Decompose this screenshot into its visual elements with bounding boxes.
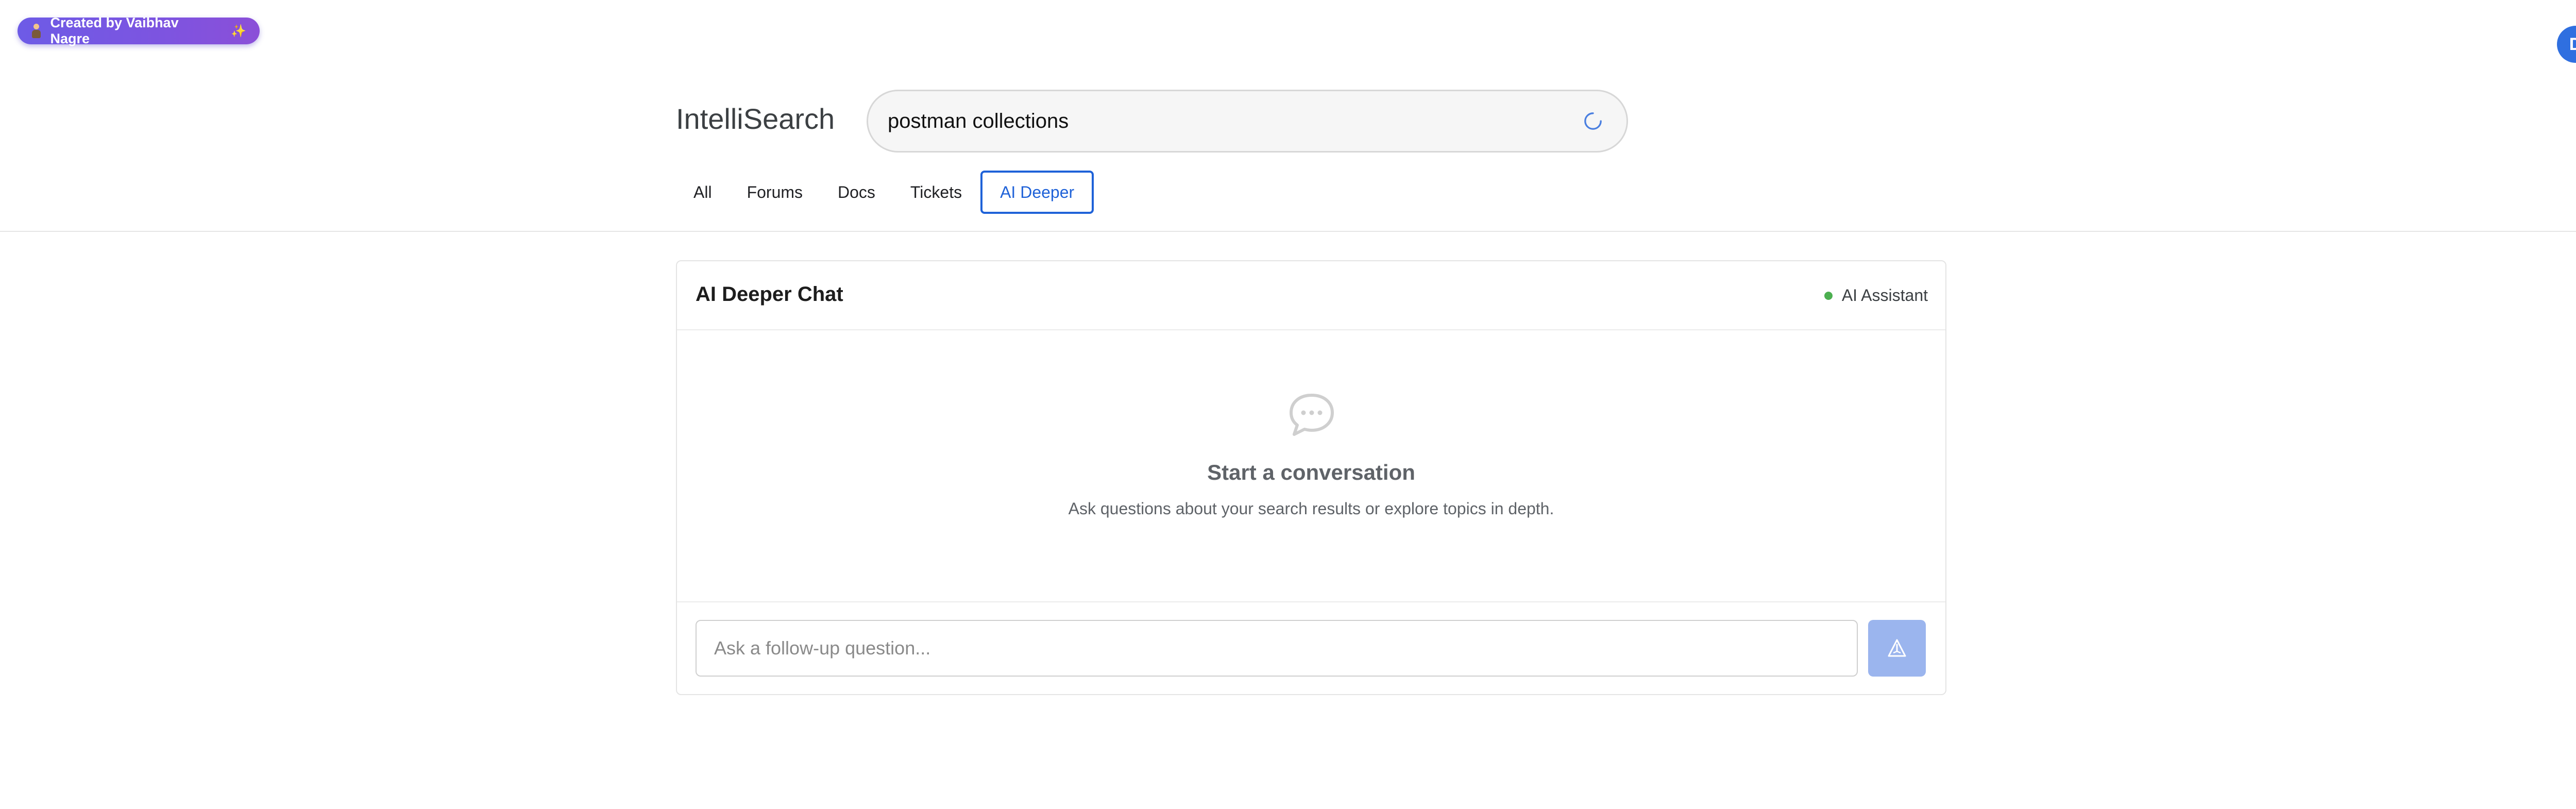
sparkle-icon: ✨ — [231, 24, 246, 38]
chat-composer — [677, 601, 1945, 696]
empty-state-title: Start a conversation — [1207, 460, 1415, 484]
assistant-status-label: AI Assistant — [1841, 286, 1928, 305]
search-input[interactable]: postman collections — [888, 110, 1583, 133]
tab-docs[interactable]: Docs — [820, 171, 893, 214]
person-icon — [31, 24, 41, 38]
app-title[interactable]: IntelliSearch — [676, 102, 835, 136]
chat-header: AI Deeper Chat AI Assistant — [677, 261, 1945, 330]
user-avatar[interactable]: D — [2557, 26, 2576, 63]
chat-title: AI Deeper Chat — [696, 283, 843, 306]
ai-chat-panel: AI Deeper Chat AI Assistant Start a conv… — [676, 260, 1946, 695]
creator-badge-label: Created by Vaibhav Nagre — [50, 15, 179, 46]
send-button[interactable] — [1868, 620, 1926, 677]
online-status-dot-icon — [1824, 291, 1833, 300]
search-tabs: All Forums Docs Tickets AI Deeper — [676, 170, 1094, 214]
creator-badge[interactable]: Created by Vaibhav Nagre ✨ — [18, 15, 260, 46]
chat-empty-state: Start a conversation Ask questions about… — [677, 330, 1945, 603]
tab-forums[interactable]: Forums — [730, 171, 820, 214]
empty-state-subtitle: Ask questions about your search results … — [1068, 499, 1554, 518]
follow-up-question-input[interactable] — [696, 620, 1858, 677]
search-bar[interactable]: postman collections — [867, 90, 1628, 153]
tab-ai-deeper[interactable]: AI Deeper — [980, 171, 1094, 214]
header-divider — [0, 231, 2576, 232]
tab-tickets[interactable]: Tickets — [893, 171, 979, 214]
assistant-status: AI Assistant — [1824, 286, 1928, 305]
loading-spinner-icon — [1583, 111, 1603, 131]
tab-all[interactable]: All — [676, 171, 730, 214]
send-icon — [1888, 639, 1906, 657]
chat-bubble-icon — [1290, 394, 1334, 436]
